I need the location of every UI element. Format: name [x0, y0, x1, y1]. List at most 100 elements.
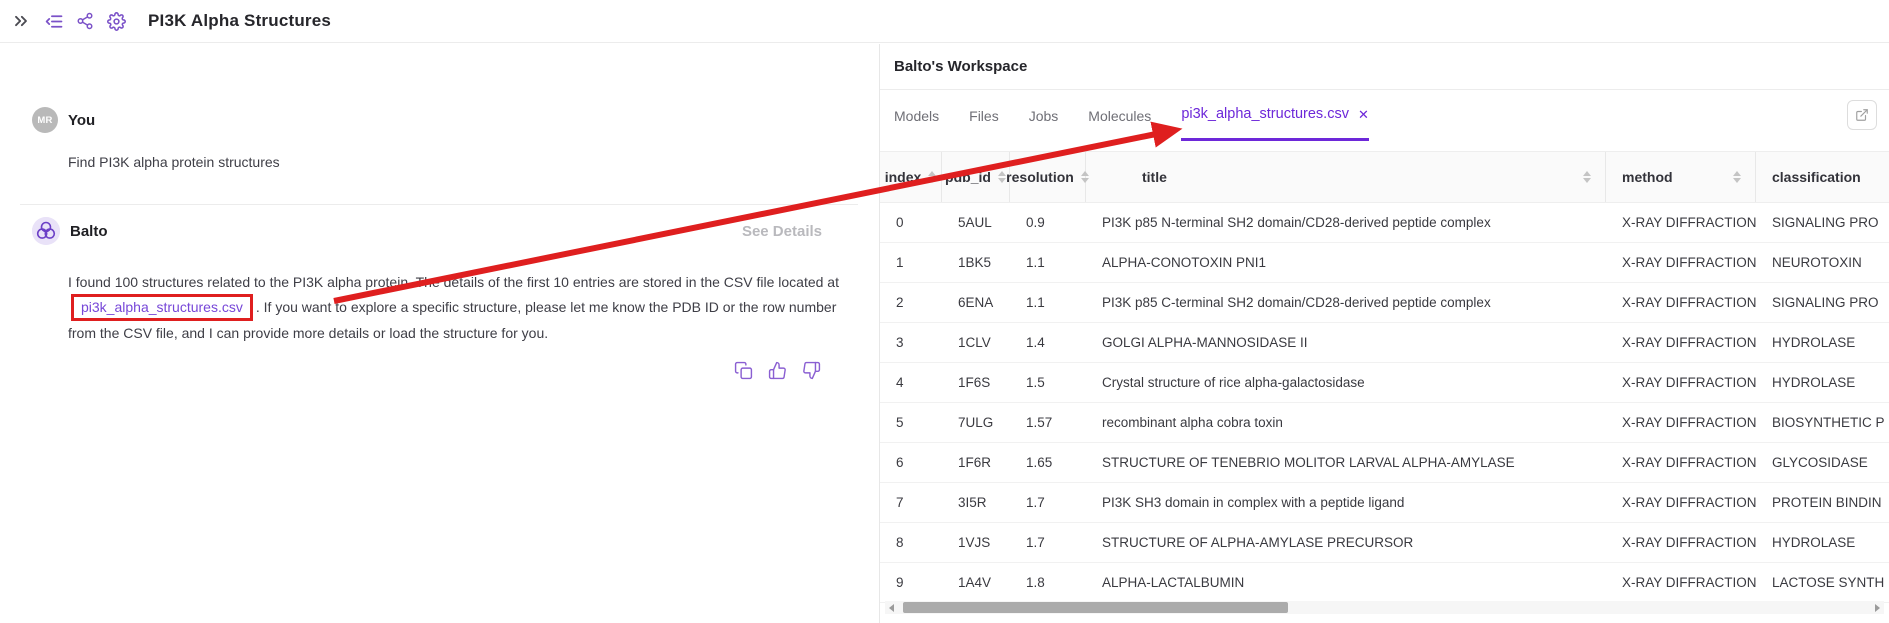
assistant-message-text: I found 100 structures related to the PI… — [68, 270, 840, 345]
sort-icon[interactable] — [1583, 171, 1591, 183]
cell-resolution: 1.1 — [1010, 255, 1086, 270]
cell-classification: SIGNALING PRO — [1756, 215, 1889, 230]
table-row[interactable]: 41F6S1.5Crystal structure of rice alpha-… — [880, 363, 1889, 403]
scrollbar-thumb[interactable] — [903, 602, 1288, 613]
copy-icon[interactable] — [734, 361, 754, 381]
csv-file-link[interactable]: pi3k_alpha_structures.csv — [81, 299, 243, 315]
table-row[interactable]: 31CLV1.4GOLGI ALPHA-MANNOSIDASE IIX-RAY … — [880, 323, 1889, 363]
cell-method: X-RAY DIFFRACTION — [1606, 215, 1756, 230]
sort-icon[interactable] — [998, 171, 1006, 183]
cell-title: STRUCTURE OF TENEBRIO MOLITOR LARVAL ALP… — [1086, 455, 1606, 470]
scroll-right-arrow-icon[interactable] — [1875, 604, 1880, 612]
table-row[interactable]: 05AUL0.9PI3K p85 N-terminal SH2 domain/C… — [880, 203, 1889, 243]
cell-pdb_id: 5AUL — [942, 215, 1010, 230]
active-tab-label: pi3k_alpha_structures.csv — [1181, 106, 1349, 122]
cell-method: X-RAY DIFFRACTION — [1606, 255, 1756, 270]
message-divider — [20, 204, 858, 205]
see-details-button[interactable]: See Details — [742, 223, 822, 240]
table-row[interactable]: 57ULG1.57recombinant alpha cobra toxinX-… — [880, 403, 1889, 443]
cell-resolution: 1.57 — [1010, 415, 1086, 430]
scroll-left-arrow-icon[interactable] — [889, 604, 894, 612]
tab-csv-active[interactable]: pi3k_alpha_structures.csv ✕ — [1181, 90, 1369, 141]
cell-index: 5 — [880, 415, 942, 430]
cell-pdb_id: 3I5R — [942, 495, 1010, 510]
cell-index: 4 — [880, 375, 942, 390]
tab-files[interactable]: Files — [969, 90, 999, 141]
table-row[interactable]: 26ENA1.1PI3K p85 C-terminal SH2 domain/C… — [880, 283, 1889, 323]
cell-classification: PROTEIN BINDIN — [1756, 495, 1889, 510]
message-actions — [32, 361, 822, 381]
cell-classification: HYDROLASE — [1756, 335, 1889, 350]
user-avatar: MR — [32, 107, 58, 133]
tab-jobs[interactable]: Jobs — [1029, 90, 1059, 141]
collapse-sidebar-icon[interactable] — [10, 10, 32, 32]
annotation-highlight-box: pi3k_alpha_structures.csv — [71, 294, 253, 321]
cell-classification: NEUROTOXIN — [1756, 255, 1889, 270]
table-row[interactable]: 81VJS1.7STRUCTURE OF ALPHA-AMYLASE PRECU… — [880, 523, 1889, 563]
workspace-tabs: Models Files Jobs Molecules pi3k_alpha_s… — [880, 90, 1889, 141]
cell-method: X-RAY DIFFRACTION — [1606, 575, 1756, 590]
close-icon[interactable]: ✕ — [1358, 108, 1369, 121]
cell-method: X-RAY DIFFRACTION — [1606, 335, 1756, 350]
horizontal-scrollbar — [885, 601, 1884, 614]
cell-pdb_id: 1BK5 — [942, 255, 1010, 270]
cell-title: GOLGI ALPHA-MANNOSIDASE II — [1086, 335, 1606, 350]
thumbs-up-icon[interactable] — [768, 361, 788, 381]
sort-icon[interactable] — [928, 171, 936, 183]
cell-index: 0 — [880, 215, 942, 230]
cell-method: X-RAY DIFFRACTION — [1606, 415, 1756, 430]
sort-icon[interactable] — [1733, 171, 1741, 183]
csv-table: index pdb_id resolution title method — [880, 151, 1889, 603]
settings-icon[interactable] — [105, 10, 127, 32]
outline-icon[interactable] — [43, 10, 65, 32]
cell-classification: LACTOSE SYNTH — [1756, 575, 1889, 590]
cell-title: PI3K p85 N-terminal SH2 domain/CD28-deri… — [1086, 215, 1606, 230]
cell-resolution: 1.8 — [1010, 575, 1086, 590]
cell-resolution: 1.7 — [1010, 535, 1086, 550]
cell-resolution: 1.4 — [1010, 335, 1086, 350]
cell-method: X-RAY DIFFRACTION — [1606, 295, 1756, 310]
tab-models[interactable]: Models — [894, 90, 939, 141]
cell-index: 6 — [880, 455, 942, 470]
column-header-resolution[interactable]: resolution — [1010, 152, 1086, 202]
cell-method: X-RAY DIFFRACTION — [1606, 535, 1756, 550]
column-header-pdb-id[interactable]: pdb_id — [942, 152, 1010, 202]
tab-molecules[interactable]: Molecules — [1088, 90, 1151, 141]
cell-method: X-RAY DIFFRACTION — [1606, 375, 1756, 390]
cell-resolution: 1.65 — [1010, 455, 1086, 470]
cell-index: 2 — [880, 295, 942, 310]
table-header: index pdb_id resolution title method — [880, 151, 1889, 203]
user-name: You — [68, 112, 95, 129]
column-header-index[interactable]: index — [880, 152, 942, 202]
user-message-text: Find PI3K alpha protein structures — [68, 150, 840, 174]
workspace-panel: Balto's Workspace Models Files Jobs Mole… — [879, 44, 1889, 623]
cell-index: 8 — [880, 535, 942, 550]
cell-title: recombinant alpha cobra toxin — [1086, 415, 1606, 430]
cell-pdb_id: 1F6R — [942, 455, 1010, 470]
cell-pdb_id: 1CLV — [942, 335, 1010, 350]
column-header-method[interactable]: method — [1606, 152, 1756, 202]
cell-classification: GLYCOSIDASE — [1756, 455, 1889, 470]
cell-resolution: 1.1 — [1010, 295, 1086, 310]
table-row[interactable]: 73I5R1.7PI3K SH3 domain in complex with … — [880, 483, 1889, 523]
table-row[interactable]: 61F6R1.65STRUCTURE OF TENEBRIO MOLITOR L… — [880, 443, 1889, 483]
cell-title: ALPHA-LACTALBUMIN — [1086, 575, 1606, 590]
share-icon[interactable] — [74, 10, 96, 32]
cell-resolution: 1.7 — [1010, 495, 1086, 510]
table-row[interactable]: 11BK51.1ALPHA-CONOTOXIN PNI1X-RAY DIFFRA… — [880, 243, 1889, 283]
column-header-title[interactable]: title — [1086, 152, 1606, 202]
cell-title: ALPHA-CONOTOXIN PNI1 — [1086, 255, 1606, 270]
app-window: PI3K Alpha Structures MR You Find PI3K a… — [0, 0, 1889, 623]
column-header-classification[interactable]: classification — [1756, 152, 1889, 202]
external-link-icon[interactable] — [1847, 100, 1877, 130]
cell-classification: SIGNALING PRO — [1756, 295, 1889, 310]
cell-resolution: 0.9 — [1010, 215, 1086, 230]
user-message-block: MR You Find PI3K alpha protein structure… — [32, 107, 878, 174]
workspace-header: Balto's Workspace — [880, 44, 1889, 90]
cell-pdb_id: 1A4V — [942, 575, 1010, 590]
cell-index: 3 — [880, 335, 942, 350]
thumbs-down-icon[interactable] — [802, 361, 822, 381]
assistant-message-part1: I found 100 structures related to the PI… — [68, 274, 839, 290]
table-row[interactable]: 91A4V1.8ALPHA-LACTALBUMINX-RAY DIFFRACTI… — [880, 563, 1889, 603]
table-body: 05AUL0.9PI3K p85 N-terminal SH2 domain/C… — [880, 203, 1889, 603]
